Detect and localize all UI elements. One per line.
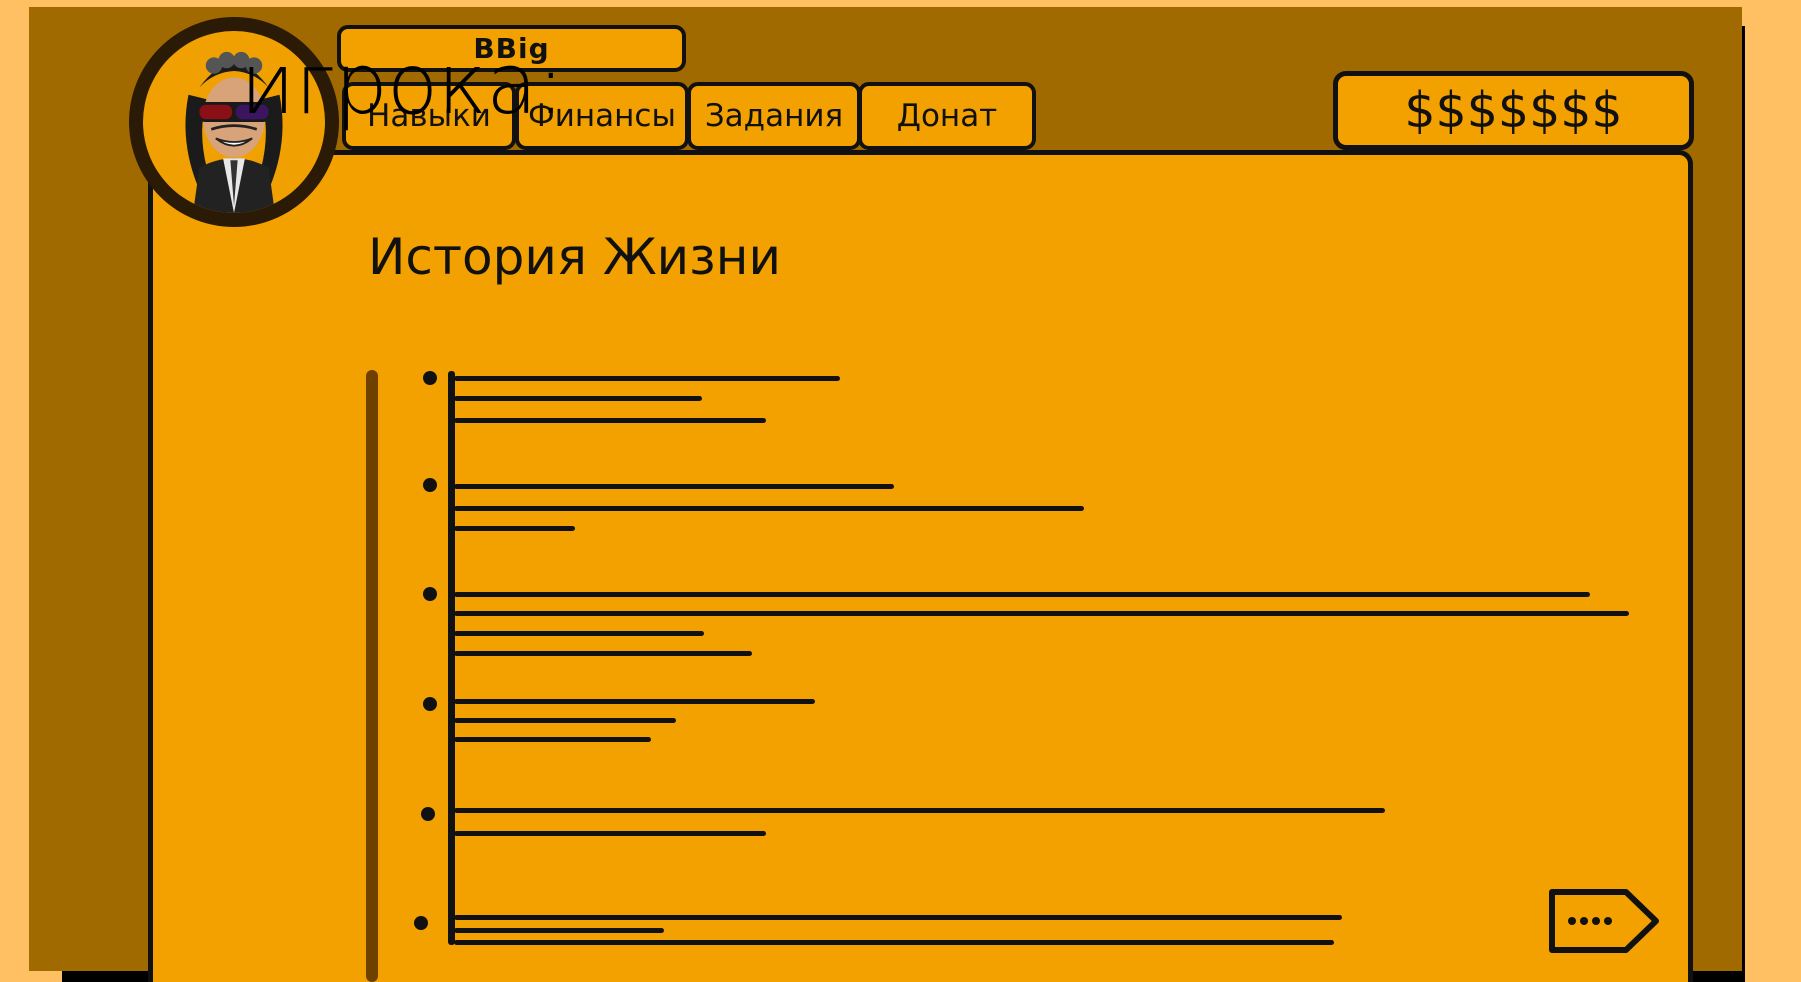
entry-line xyxy=(454,737,651,742)
next-arrow-icon xyxy=(1549,889,1659,953)
page-title: История Жизни xyxy=(368,228,781,286)
entry-line xyxy=(454,940,1334,945)
entry-line xyxy=(454,396,702,401)
entry-line xyxy=(454,915,1342,920)
entry-line xyxy=(454,506,1084,511)
entry-bullet xyxy=(421,807,435,821)
entry-bullet xyxy=(414,916,428,930)
entry-line xyxy=(454,484,894,489)
entry-line xyxy=(454,651,752,656)
balance-display[interactable]: $$$$$$$ xyxy=(1333,71,1694,150)
overlay-caption: игрока: xyxy=(240,35,565,133)
tab-tasks[interactable]: Задания xyxy=(687,82,861,150)
entry-bullet xyxy=(423,478,437,492)
entry-line xyxy=(454,699,815,704)
entry-bullet xyxy=(423,371,437,385)
entry-line xyxy=(454,418,766,423)
tab-donate[interactable]: Донат xyxy=(858,82,1036,150)
entry-line xyxy=(454,831,766,836)
next-button[interactable] xyxy=(1548,888,1660,954)
entry-bullet xyxy=(423,587,437,601)
entry-line xyxy=(454,592,1590,597)
entry-bullet xyxy=(423,697,437,711)
entry-line xyxy=(454,631,704,636)
entry-line xyxy=(454,808,1385,813)
entry-line xyxy=(454,928,664,933)
entry-line xyxy=(454,611,1629,616)
entry-line xyxy=(454,376,840,381)
timeline-axis xyxy=(448,371,455,945)
scrollbar[interactable] xyxy=(366,370,378,982)
entry-line xyxy=(454,526,575,531)
entry-line xyxy=(454,718,676,723)
